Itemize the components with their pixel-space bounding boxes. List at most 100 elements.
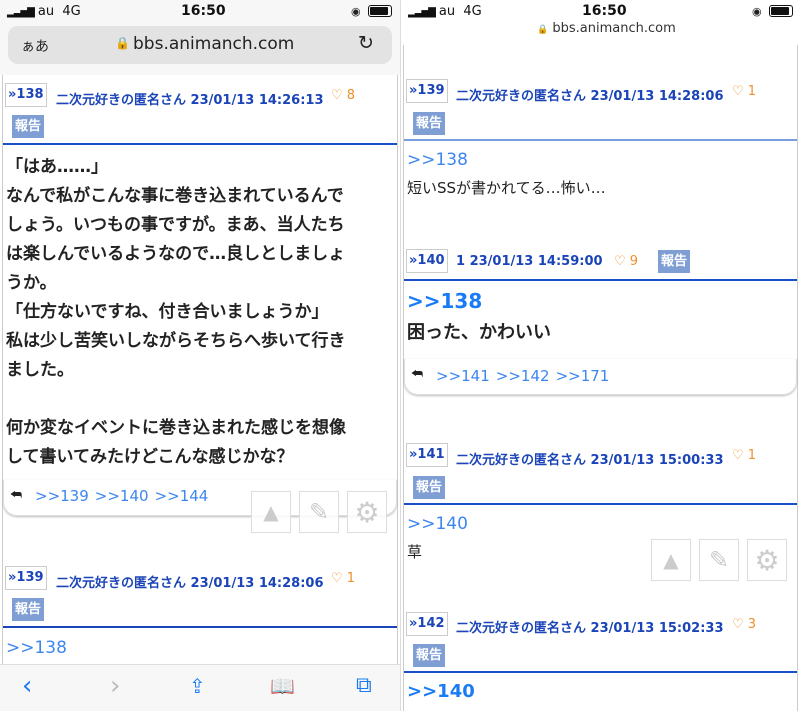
post-body-line: ました。 xyxy=(6,360,74,380)
settings-button[interactable]: ⚙ xyxy=(347,491,387,533)
browser-toolbar: ‹ › ⇪ 📖 ⧉ xyxy=(0,664,400,711)
lock-icon: 🔒 xyxy=(115,36,130,50)
back-icon[interactable]: ‹ xyxy=(22,671,32,701)
post-body-line xyxy=(6,385,346,414)
carrier: au xyxy=(37,4,55,19)
like-button[interactable]: ♡ 1 xyxy=(732,448,756,463)
like-button[interactable]: ♡ 9 xyxy=(614,254,638,269)
network: 4G xyxy=(62,4,81,19)
post-body-line: は楽しんでいるようなので…良しとしましょ xyxy=(6,244,346,264)
reply-icon: ⮪ xyxy=(10,488,23,503)
divider xyxy=(404,139,797,141)
post-body: 短いSSが書かれてる…怖い… xyxy=(407,179,606,197)
reply-link[interactable]: >>142 xyxy=(496,367,550,385)
panel-divider xyxy=(400,0,401,711)
post-body-line: 「はあ……」 xyxy=(6,157,108,177)
thread-content: »138 二次元好きの匿名さん 23/01/13 14:26:13 ♡ 8 報告… xyxy=(2,75,398,664)
post-body-line: 私は少し苦笑いしながらそちらへ歩いて行き xyxy=(6,331,346,351)
post-number-button[interactable]: »142 xyxy=(406,612,448,636)
signal-icon: ▂▃▅▇ xyxy=(408,7,436,18)
report-button[interactable]: 報告 xyxy=(658,250,691,273)
carrier: au xyxy=(438,4,456,19)
post-meta: 二次元好きの匿名さん 23/01/13 15:00:33 xyxy=(456,453,724,468)
reply-link[interactable]: >>171 xyxy=(556,367,610,385)
clock: 16:50 xyxy=(582,3,627,19)
share-icon[interactable]: ⇪ xyxy=(189,674,206,698)
post-number-button[interactable]: »138 xyxy=(5,83,47,107)
network: 4G xyxy=(463,4,482,19)
report-button[interactable]: 報告 xyxy=(413,112,446,135)
like-button[interactable]: ♡ 3 xyxy=(732,617,756,632)
report-button[interactable]: 報告 xyxy=(413,644,446,667)
url-text: bbs.animanch.com xyxy=(133,34,295,54)
bookmarks-icon[interactable]: 📖 xyxy=(270,674,295,698)
post-body-line: 「仕方ないですね、付き合いましょうか」 xyxy=(6,302,329,322)
settings-button[interactable]: ⚙ xyxy=(747,539,787,581)
text-size-button[interactable]: ぁあ xyxy=(21,36,49,56)
heart-icon: ♡ xyxy=(614,254,626,269)
edit-icon: ✎ xyxy=(308,498,330,526)
anchor-link[interactable]: >>140 xyxy=(407,514,468,534)
thread-content: »139 二次元好きの匿名さん 23/01/13 14:28:06 ♡ 1 報告… xyxy=(403,45,798,711)
post-body-line: なんで私がこんな事に巻き込まれているんで xyxy=(6,186,344,206)
report-button[interactable]: 報告 xyxy=(413,476,446,499)
compact-url[interactable]: 🔒 bbs.animanch.com xyxy=(537,21,676,36)
tabs-icon[interactable]: ⧉ xyxy=(356,673,372,698)
reply-link[interactable]: >>140 xyxy=(95,487,149,505)
post-body: 困った、かわいい xyxy=(407,322,551,343)
post-body-line: しょう。いつもの事ですが。まあ、当人たち xyxy=(6,215,345,235)
anchor-link[interactable]: >>140 xyxy=(407,681,475,702)
gear-icon: ⚙ xyxy=(754,543,780,577)
post-meta: 二次元好きの匿名さん 23/01/13 14:28:06 xyxy=(56,576,324,591)
anchor-link[interactable]: >>138 xyxy=(407,150,468,170)
lock-icon: 🔒 xyxy=(537,25,549,35)
scroll-top-button[interactable]: ▲ xyxy=(251,491,291,533)
post-number-button[interactable]: »139 xyxy=(5,566,47,590)
address-bar[interactable]: ぁあ 🔒 bbs.animanch.com ↻ xyxy=(8,26,392,64)
triangle-up-icon: ▲ xyxy=(263,500,279,524)
post-meta: 1 23/01/13 14:59:00 xyxy=(456,254,603,269)
post-number-button[interactable]: »139 xyxy=(406,79,448,103)
anchor-link[interactable]: >>138 xyxy=(407,289,482,313)
reply-link[interactable]: >>139 xyxy=(35,487,89,505)
compose-button[interactable]: ✎ xyxy=(699,539,739,581)
clock: 16:50 xyxy=(181,3,226,19)
post-body-line: うか。 xyxy=(6,273,57,293)
heart-icon: ♡ xyxy=(732,617,744,632)
anchor-link[interactable]: >>138 xyxy=(6,638,67,658)
signal-icon: ▂▃▅▇ xyxy=(7,7,35,18)
battery-icon xyxy=(368,5,392,17)
post-number-button[interactable]: »141 xyxy=(406,443,448,467)
post-number-button[interactable]: »140 xyxy=(406,249,448,273)
gear-icon: ⚙ xyxy=(354,495,380,529)
reload-icon[interactable]: ↻ xyxy=(358,32,374,54)
post-body-line: して書いてみたけどこんな感じかな？ xyxy=(6,447,294,467)
like-button[interactable]: ♡ 1 xyxy=(732,84,756,99)
reply-link[interactable]: >>141 xyxy=(436,367,490,385)
forward-icon[interactable]: › xyxy=(110,671,120,701)
heart-icon: ♡ xyxy=(331,571,343,586)
compose-button[interactable]: ✎ xyxy=(299,491,339,533)
report-button[interactable]: 報告 xyxy=(12,115,45,138)
post-body-line: 何か変なイベントに巻き込まれた感じを想像 xyxy=(6,418,346,438)
post-body: 草 xyxy=(407,543,423,561)
post-body: 「はあ……」なんで私がこんな事に巻き込まれているんで しょう。いつもの事ですが。ま… xyxy=(6,153,346,472)
divider xyxy=(404,279,797,281)
divider xyxy=(3,626,397,628)
divider xyxy=(3,143,397,145)
post-meta: 二次元好きの匿名さん 23/01/13 15:02:33 xyxy=(456,621,724,636)
status-bar: ▂▃▅▇ au 4G xyxy=(7,4,81,19)
status-bar: ▂▃▅▇ au 4G xyxy=(408,4,482,19)
divider xyxy=(404,671,797,673)
heart-icon: ♡ xyxy=(331,88,343,103)
reply-bar: ⮪ >>141 >>142 >>171 xyxy=(404,359,797,395)
like-button[interactable]: ♡ 1 xyxy=(331,571,355,586)
orientation-lock-icon: ◉ xyxy=(752,5,762,18)
report-button[interactable]: 報告 xyxy=(12,598,45,621)
like-button[interactable]: ♡ 8 xyxy=(331,88,355,103)
right-screenshot: ▂▃▅▇ au 4G 16:50 ◉ 🔒 bbs.animanch.com »1… xyxy=(401,0,800,711)
scroll-top-button[interactable]: ▲ xyxy=(651,539,691,581)
reply-link[interactable]: >>144 xyxy=(155,487,209,505)
edit-icon: ✎ xyxy=(708,546,730,574)
triangle-up-icon: ▲ xyxy=(663,548,679,572)
